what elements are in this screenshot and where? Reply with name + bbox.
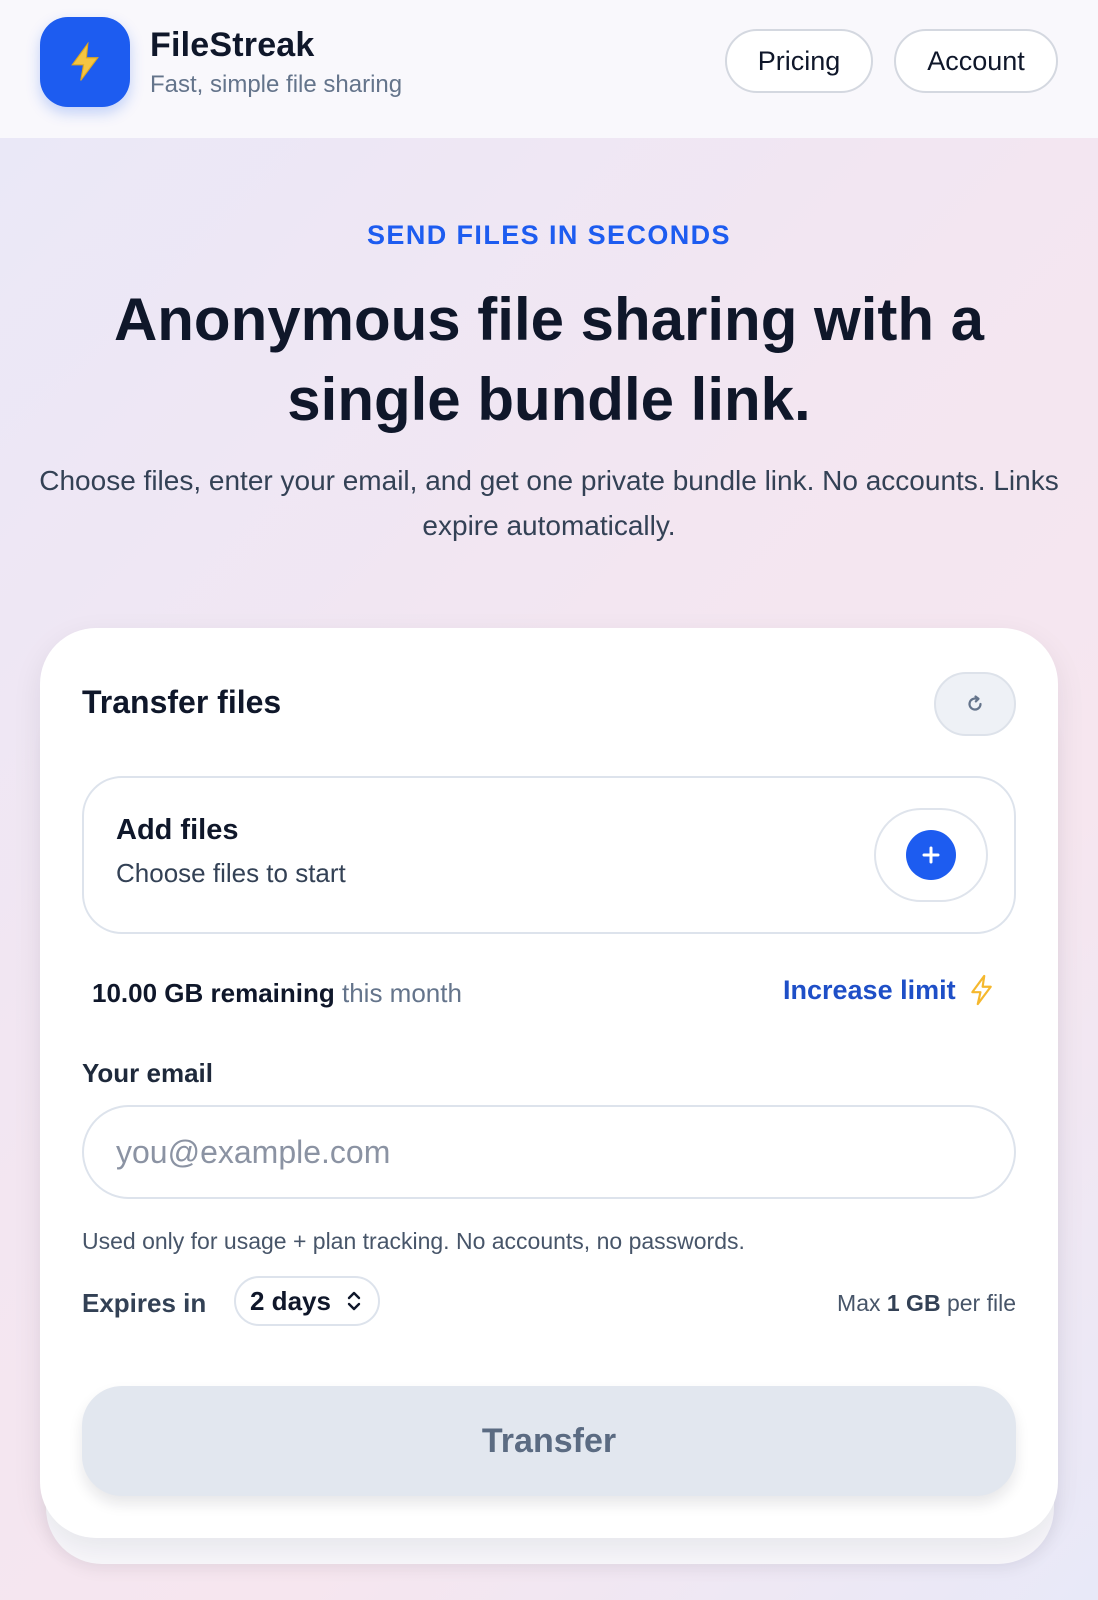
hero-subhead: Choose files, enter your email, and get … — [39, 465, 1059, 541]
quota-suffix: this month — [342, 978, 462, 1008]
chevron-up-down-icon — [347, 1291, 361, 1311]
add-files-button[interactable] — [874, 808, 988, 902]
max-size-prefix: Max — [837, 1290, 881, 1316]
card-title: Transfer files — [82, 684, 282, 720]
brand-name: FileStreak — [150, 26, 315, 64]
expires-label: Expires in — [82, 1288, 207, 1318]
hero-eyebrow: SEND FILES IN SECONDS — [367, 220, 731, 250]
account-button[interactable]: Account — [894, 29, 1058, 93]
quota-amount: 10.00 GB remaining — [92, 978, 335, 1008]
transfer-card: Transfer files Add files Choose files to… — [40, 628, 1058, 1538]
max-file-size: Max 1 GB per file — [837, 1290, 1016, 1317]
brand-tagline: Fast, simple file sharing — [150, 71, 403, 98]
top-header: FileStreak Fast, simple file sharing Pri… — [0, 0, 1098, 138]
app-logo[interactable] — [40, 17, 130, 107]
refresh-icon — [968, 695, 982, 711]
add-files-dropzone[interactable]: Add files Choose files to start — [82, 776, 1016, 934]
lightning-bolt-icon — [71, 42, 99, 81]
expires-select[interactable]: 2 days — [234, 1276, 380, 1326]
hero-headline: Anonymous file sharing with a single bun… — [113, 286, 985, 433]
lightning-bolt-icon — [970, 974, 992, 1006]
increase-limit-label: Increase limit — [783, 974, 956, 1005]
transfer-button[interactable]: Transfer — [82, 1386, 1016, 1496]
quota-remaining: 10.00 GB remaining this month — [92, 978, 462, 1009]
email-label: Your email — [82, 1058, 214, 1088]
email-input[interactable] — [82, 1105, 1016, 1199]
pricing-button[interactable]: Pricing — [725, 29, 873, 93]
add-files-title: Add files — [116, 814, 239, 846]
email-help-text: Used only for usage + plan tracking. No … — [82, 1228, 745, 1254]
plus-icon — [906, 830, 956, 880]
increase-limit-link[interactable]: Increase limit — [783, 974, 994, 1006]
expires-selected-value: 2 days — [250, 1285, 331, 1316]
brand: FileStreak Fast, simple file sharing — [150, 26, 402, 99]
max-size-suffix: per file — [946, 1290, 1016, 1316]
max-size-value: 1 GB — [886, 1290, 941, 1316]
refresh-button[interactable] — [934, 672, 1016, 736]
add-files-subtitle: Choose files to start — [116, 858, 346, 888]
